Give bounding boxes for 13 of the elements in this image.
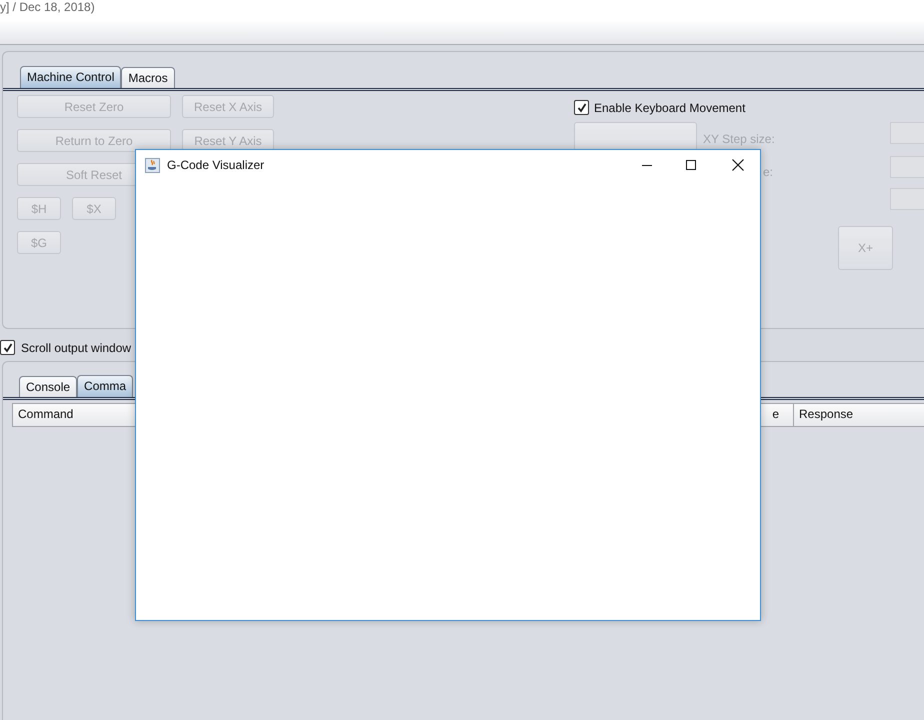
checkbox[interactable] [574,100,589,115]
tab[interactable]: Console [19,376,78,397]
tab[interactable]: Machine Control [20,66,122,88]
checkbox-label: Scroll output window [21,340,132,354]
tab[interactable]: Comma [77,375,134,397]
cup-icon [145,158,160,172]
title-text: y] / Dec 18, 2018) [0,0,95,14]
checkbox[interactable] [0,340,15,355]
column-header[interactable]: Response [794,404,854,426]
close-icon[interactable] [731,158,745,172]
checkbox-label: Enable Keyboard Movement [594,100,746,114]
tab[interactable]: Macros [121,67,175,88]
maximize-icon[interactable] [684,158,698,172]
